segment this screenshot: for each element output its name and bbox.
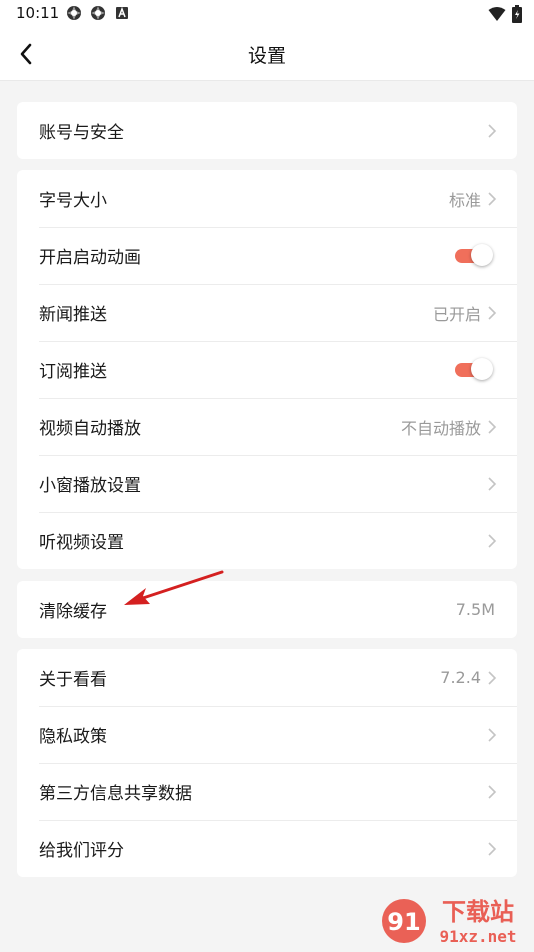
svg-text:91: 91 — [387, 908, 420, 936]
row-value: 不自动播放 — [400, 418, 481, 438]
chevron-right-icon — [488, 476, 497, 491]
row-label: 隐私政策 — [39, 727, 107, 747]
settings-row-mini-window[interactable]: 小窗播放设置 — [17, 455, 517, 512]
chevron-right-icon — [488, 419, 497, 434]
settings-row-account-security[interactable]: 账号与安全 — [17, 102, 517, 159]
row-value: 标准 — [448, 190, 481, 210]
chevron-right-icon — [488, 123, 497, 138]
app-icon — [66, 5, 82, 21]
status-bar: 10:11 — [0, 0, 534, 28]
settings-row-subscription-push: 订阅推送 — [17, 341, 517, 398]
settings-row-video-autoplay[interactable]: 视频自动播放 不自动播放 — [17, 398, 517, 455]
settings-row-font-size[interactable]: 字号大小 标准 — [17, 170, 517, 227]
row-label: 开启启动动画 — [39, 248, 141, 268]
row-label: 账号与安全 — [39, 123, 124, 143]
svg-text:下载站: 下载站 — [442, 898, 514, 926]
chevron-right-icon — [488, 191, 497, 206]
settings-row-listen-video[interactable]: 听视频设置 — [17, 512, 517, 569]
version-value: 7.2.4 — [440, 668, 481, 687]
status-time: 10:11 — [16, 4, 60, 22]
settings-row-third-party-data[interactable]: 第三方信息共享数据 — [17, 763, 517, 820]
settings-group-account: 账号与安全 — [17, 102, 517, 159]
chevron-right-icon — [488, 670, 497, 685]
row-label: 第三方信息共享数据 — [39, 784, 192, 804]
page-title: 设置 — [247, 45, 286, 67]
settings-group-cache: 清除缓存 7.5M — [17, 581, 517, 638]
row-label: 听视频设置 — [39, 533, 124, 553]
row-label: 清除缓存 — [39, 602, 107, 622]
settings-row-privacy-policy[interactable]: 隐私政策 — [17, 706, 517, 763]
row-label: 订阅推送 — [39, 362, 107, 382]
battery-icon — [512, 5, 522, 27]
settings-row-about[interactable]: 关于看看 7.2.4 — [17, 649, 517, 706]
settings-row-clear-cache[interactable]: 清除缓存 7.5M — [17, 581, 517, 638]
row-label: 关于看看 — [39, 670, 107, 690]
chevron-right-icon — [488, 784, 497, 799]
row-label: 视频自动播放 — [39, 419, 141, 439]
row-label: 小窗播放设置 — [39, 476, 141, 496]
app-icon — [90, 5, 106, 21]
settings-row-news-push[interactable]: 新闻推送 已开启 — [17, 284, 517, 341]
settings-group-about: 关于看看 7.2.4 隐私政策 第三方信息共享数据 给我们评分 — [17, 649, 517, 877]
notification-a-icon — [114, 5, 130, 21]
chevron-right-icon — [488, 727, 497, 742]
svg-text:91xz.net: 91xz.net — [439, 927, 516, 946]
title-bar: 设置 — [0, 28, 534, 81]
row-value: 已开启 — [432, 304, 481, 324]
row-label: 新闻推送 — [39, 305, 107, 325]
launch-animation-toggle[interactable] — [453, 243, 493, 268]
cache-size-value: 7.5M — [455, 600, 495, 619]
settings-row-rate-us[interactable]: 给我们评分 — [17, 820, 517, 877]
row-label: 给我们评分 — [39, 841, 124, 861]
row-label: 字号大小 — [39, 191, 107, 211]
settings-row-launch-animation: 开启启动动画 — [17, 227, 517, 284]
wifi-icon — [488, 6, 506, 26]
chevron-right-icon — [488, 533, 497, 548]
chevron-right-icon — [488, 841, 497, 856]
settings-group-display: 字号大小 标准 开启启动动画 新闻推送 已开启 订阅推送 视频自动播放 不自动播… — [17, 170, 517, 569]
watermark-logo: 91 下载站 91xz.net — [380, 894, 530, 948]
subscription-push-toggle[interactable] — [453, 357, 493, 382]
annotation-arrow — [124, 570, 224, 605]
chevron-right-icon — [488, 305, 497, 320]
